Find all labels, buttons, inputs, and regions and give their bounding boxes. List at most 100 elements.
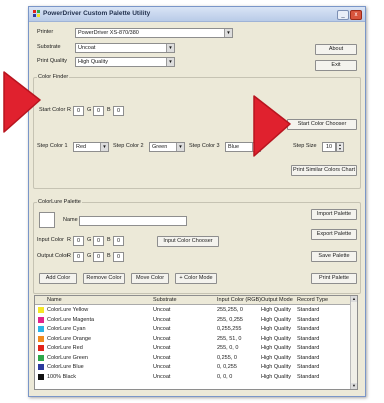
cell-name: ColorLure Magenta — [47, 316, 95, 323]
output-b-field[interactable]: 0 — [113, 252, 124, 262]
name-field[interactable] — [79, 216, 187, 226]
print-quality-value: High Quality — [78, 58, 108, 65]
scroll-down-icon[interactable]: ▼ — [351, 383, 357, 389]
step-size-input[interactable]: 10 — [322, 142, 336, 152]
cell-substrate: Uncoat — [153, 326, 171, 332]
cell-record-type: Standard — [297, 307, 320, 313]
input-b-field[interactable]: 0 — [113, 236, 124, 246]
substrate-value: Uncoat — [78, 44, 96, 51]
output-g-label: G — [87, 253, 92, 259]
color-swatch-icon — [38, 364, 44, 370]
input-r-label: R — [67, 237, 71, 243]
add-color-button[interactable]: Add Color — [39, 273, 77, 284]
step-color-2-select[interactable]: Green ▼ — [149, 142, 185, 152]
cell-substrate: Uncoat — [153, 307, 171, 313]
cell-substrate: Uncoat — [153, 354, 171, 361]
color-swatch-icon — [38, 307, 44, 313]
step-color-1-label: Step Color 1 — [37, 143, 68, 149]
cell-input-color: 0,255, 0 — [217, 354, 237, 361]
import-palette-button[interactable]: Import Palette — [311, 209, 357, 220]
output-g-field[interactable]: 0 — [93, 252, 104, 262]
print-palette-button[interactable]: Print Palette — [311, 273, 357, 284]
cell-output-mode: High Quality — [261, 345, 291, 351]
step-color-1-select[interactable]: Red ▼ — [73, 142, 109, 152]
exit-button[interactable]: Exit — [315, 60, 357, 71]
substrate-label: Substrate — [37, 44, 61, 50]
print-similar-colors-button[interactable]: Print Similar Colors Chart — [291, 165, 357, 176]
color-swatch-icon — [38, 345, 44, 351]
name-label: Name — [63, 217, 78, 223]
table-row[interactable]: ColorLure Cyan Uncoat 0,255,255 High Qualit… — [35, 325, 351, 334]
cell-record-type: Standard — [297, 326, 320, 332]
export-palette-button[interactable]: Export Palette — [311, 229, 357, 240]
table-scrollbar[interactable]: ▲ ▼ — [350, 296, 357, 389]
remove-color-button[interactable]: Remove Color — [83, 273, 125, 284]
printer-label: Printer — [37, 29, 54, 35]
chevron-down-icon: ▼ — [176, 143, 184, 151]
table-row[interactable]: ColorLure Yellow Uncoat 255,255, 0 High Qua… — [35, 306, 351, 315]
start-color-label: Start Color — [39, 107, 66, 113]
table-row[interactable]: 100% Black Uncoat 0, 0, 0 High Quality Stand… — [35, 373, 351, 382]
output-r-field[interactable]: 0 — [73, 252, 84, 262]
table-row[interactable]: ColorLure Blue Uncoat 0, 0,255 High Quality… — [35, 363, 351, 372]
output-b-label: B — [107, 253, 111, 259]
step-color-2-value: Green — [152, 143, 168, 150]
cell-input-color: 0,255,255 — [217, 326, 242, 332]
minimize-button[interactable]: _ — [337, 10, 349, 20]
window-title: PowerDriver Custom Palette Utility — [43, 10, 151, 17]
table-row[interactable]: ColorLure Magenta Uncoat 255, 0,255 High Qu… — [35, 316, 351, 325]
color-swatch-icon — [38, 335, 44, 342]
column-header-substrate[interactable]: Substrate — [153, 297, 177, 303]
cell-name: ColorLure Green — [47, 354, 88, 361]
palette-table[interactable]: Name Substrate Input Color (RGB) Output … — [34, 295, 358, 390]
close-button[interactable]: x — [350, 10, 362, 20]
step-color-3-value: Blue — [228, 143, 240, 150]
cell-output-mode: High Quality — [261, 307, 291, 313]
printer-select[interactable]: PowerDriver XS-870/380 ▼ — [75, 28, 233, 38]
move-color-button[interactable]: Move Color — [131, 273, 169, 284]
red-pointer-arrow-right — [253, 95, 291, 157]
column-header-record-type[interactable]: Record Type — [297, 297, 328, 303]
column-header-output-mode[interactable]: Output Mode — [261, 297, 293, 303]
cell-record-type: Standard — [297, 364, 320, 370]
cell-substrate: Uncoat — [153, 364, 171, 370]
color-swatch-icon — [38, 373, 44, 380]
table-header: Name Substrate Input Color (RGB) Output … — [35, 296, 351, 305]
start-g-input[interactable]: 0 — [93, 106, 104, 116]
print-quality-label: Print Quality — [37, 58, 67, 64]
cell-record-type: Standard — [297, 373, 320, 380]
cell-output-mode: High Quality — [261, 373, 291, 380]
input-color-chooser-button[interactable]: Input Color Chooser — [157, 236, 219, 247]
step-size-spinner[interactable]: ▲ ▼ — [336, 142, 344, 152]
chevron-down-icon: ▼ — [166, 58, 174, 66]
color-mode-button[interactable]: + Color Mode — [175, 273, 217, 284]
cell-name: ColorLure Yellow — [47, 307, 89, 313]
start-b-input[interactable]: 0 — [113, 106, 124, 116]
start-r-label: R — [67, 107, 71, 113]
print-quality-select[interactable]: High Quality ▼ — [75, 57, 175, 67]
cell-input-color: 255, 0, 0 — [217, 345, 239, 351]
table-row[interactable]: ColorLure Orange Uncoat 255, 51, 0 High Qua… — [35, 335, 351, 344]
step-color-2-label: Step Color 2 — [113, 143, 144, 149]
title-bar[interactable]: PowerDriver Custom Palette Utility _ x — [29, 7, 365, 22]
chevron-down-icon: ▼ — [100, 143, 108, 151]
substrate-select[interactable]: Uncoat ▼ — [75, 43, 175, 53]
color-swatch-icon — [38, 354, 44, 361]
cell-substrate: Uncoat — [153, 335, 171, 342]
cell-input-color: 255, 51, 0 — [217, 335, 242, 342]
scroll-up-icon[interactable]: ▲ — [351, 296, 357, 302]
start-color-chooser-button[interactable]: Start Color Chooser — [287, 119, 357, 130]
table-row[interactable]: ColorLure Red Uncoat 255, 0, 0 High Quality… — [35, 344, 351, 353]
cell-record-type: Standard — [297, 345, 320, 351]
cell-record-type: Standard — [297, 316, 320, 323]
input-r-field[interactable]: 0 — [73, 236, 84, 246]
start-r-input[interactable]: 0 — [73, 106, 84, 116]
color-swatch-icon — [38, 326, 44, 332]
table-row[interactable]: ColorLure Green Uncoat 0,255, 0 High Qualit… — [35, 354, 351, 363]
about-button[interactable]: About — [315, 44, 357, 55]
output-r-label: R — [67, 253, 71, 259]
save-palette-button[interactable]: Save Palette — [311, 251, 357, 262]
column-header-name[interactable]: Name — [47, 297, 62, 303]
column-header-input-color[interactable]: Input Color (RGB) — [217, 297, 261, 303]
input-g-field[interactable]: 0 — [93, 236, 104, 246]
